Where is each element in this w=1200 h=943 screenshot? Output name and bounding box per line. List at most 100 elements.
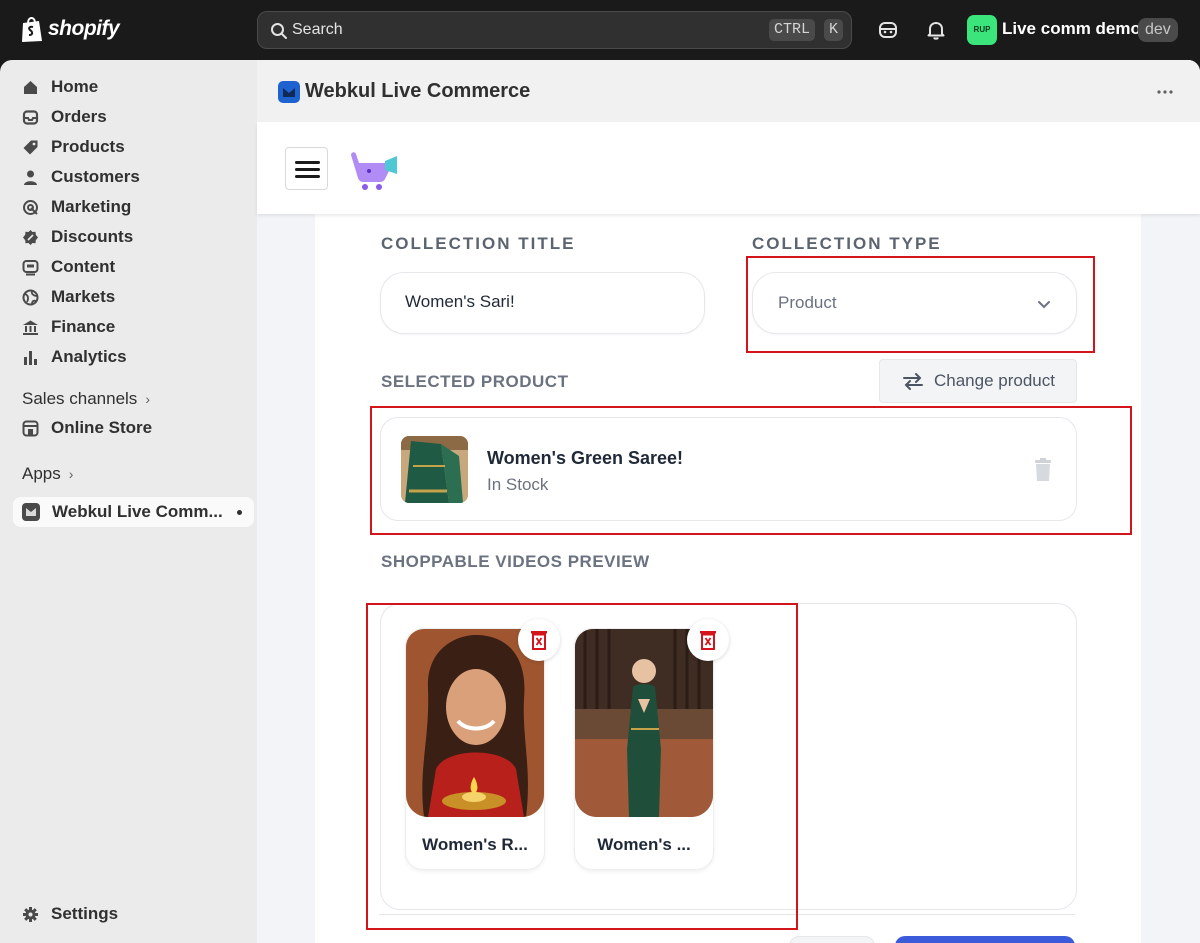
home-icon: [24, 80, 37, 94]
app-title: Webkul Live Commerce: [305, 80, 531, 102]
sidebar-item-label: Customers: [51, 167, 140, 186]
video-thumbnail: [575, 629, 713, 817]
collection-title-label: COLLECTION TITLE: [381, 234, 576, 253]
shopify-bag-icon: [22, 17, 42, 42]
sidebar: Home Orders Products Customers Marketing…: [0, 60, 257, 943]
sidebar-item-customers[interactable]: Customers: [22, 163, 140, 191]
sidebar-item-products[interactable]: Products: [22, 133, 125, 161]
bell-icon[interactable]: [924, 18, 948, 42]
delete-icon: [531, 631, 547, 650]
inbox-icon: [22, 109, 39, 125]
bank-icon: [23, 320, 38, 335]
sidebar-item-orders[interactable]: Orders: [22, 103, 107, 131]
main-content: Webkul Live Commerce COLLECTION TITLE Wo…: [257, 60, 1200, 943]
sales-channels-header[interactable]: Sales channels ›: [22, 389, 150, 409]
apps-label: Apps: [22, 464, 61, 483]
search-bar[interactable]: CTRL K: [257, 11, 852, 49]
sidebar-item-content[interactable]: Content: [22, 253, 115, 281]
video-card[interactable]: Women's ...: [574, 619, 729, 870]
sidebar-item-label: Content: [51, 257, 116, 276]
chevron-right-icon: ›: [145, 391, 150, 407]
sidebar-item-label: Home: [51, 77, 99, 96]
shopify-logo[interactable]: shopify: [20, 15, 120, 43]
gear-icon: [23, 906, 38, 922]
sidebar-item-label: Marketing: [51, 197, 132, 216]
shortcut-k-key: K: [823, 19, 843, 41]
product-stock-status: In Stock: [487, 475, 549, 494]
storefront-icon: [22, 420, 39, 436]
selected-product-label: SELECTED PRODUCT: [381, 372, 569, 391]
active-app-label: Webkul Live Comm...: [52, 502, 223, 521]
shortcut-ctrl-key: CTRL: [768, 19, 815, 41]
collection-title-input[interactable]: [405, 292, 685, 312]
more-options-icon[interactable]: [1156, 89, 1174, 95]
admin-shell: Home Orders Products Customers Marketing…: [0, 60, 1200, 943]
sidebar-item-analytics[interactable]: Analytics: [22, 343, 127, 371]
divider: [379, 914, 1075, 915]
sidebar-item-discounts[interactable]: Discounts: [22, 223, 133, 251]
sidebar-item-finance[interactable]: Finance: [22, 313, 115, 341]
selected-product-row: Women's Green Saree! In Stock: [380, 417, 1077, 521]
save-button[interactable]: [895, 936, 1075, 943]
video-thumbnail: [406, 629, 544, 817]
sidebar-item-settings[interactable]: Settings: [22, 900, 118, 928]
sidebar-item-label: Products: [51, 137, 125, 156]
embedded-app-frame: COLLECTION TITLE COLLECTION TYPE Product…: [257, 122, 1200, 943]
app-icon: [22, 503, 40, 521]
sidebar-item-online-store[interactable]: Online Store: [22, 414, 152, 442]
menu-toggle-button[interactable]: [285, 147, 328, 190]
video-card[interactable]: Women's R...: [405, 619, 560, 870]
sidebar-item-label: Finance: [51, 317, 116, 336]
collection-title-field[interactable]: [380, 272, 705, 334]
discount-icon: [23, 229, 38, 245]
sidebar-item-home[interactable]: Home: [22, 73, 98, 101]
delete-video-button[interactable]: [687, 619, 729, 661]
collection-form-card: COLLECTION TITLE COLLECTION TYPE Product…: [315, 214, 1141, 943]
app-toolbar: [257, 122, 1200, 214]
sidebar-item-label: Settings: [51, 904, 119, 923]
video-title: Women's ...: [597, 835, 691, 854]
product-name: Women's Green Saree!: [487, 448, 684, 468]
globe-icon: [22, 289, 39, 305]
collection-type-label: COLLECTION TYPE: [752, 234, 942, 253]
person-icon: [24, 170, 37, 185]
live-commerce-logo-icon: [351, 152, 397, 190]
search-input[interactable]: [292, 12, 752, 48]
shoppable-videos-label: SHOPPABLE VIDEOS PREVIEW: [381, 552, 650, 571]
change-product-button[interactable]: Change product: [879, 359, 1077, 403]
shoppable-videos-preview: Women's R... Women's ...: [380, 603, 1077, 910]
cancel-button[interactable]: [789, 936, 875, 943]
content-icon: [22, 259, 39, 275]
sidebar-item-label: Online Store: [51, 418, 153, 437]
change-product-label: Change product: [934, 371, 1055, 390]
sidebar-item-webkul-app[interactable]: Webkul Live Comm...: [13, 497, 254, 527]
target-icon: [23, 199, 38, 215]
store-avatar[interactable]: RUP: [967, 15, 997, 45]
chevron-down-icon: [1038, 301, 1050, 309]
swap-arrows-icon: [903, 373, 923, 390]
bar-chart-icon: [24, 350, 37, 365]
delete-icon: [700, 631, 716, 650]
trash-icon[interactable]: [1033, 458, 1053, 482]
sidebar-item-label: Markets: [51, 287, 116, 306]
brand-name: shopify: [48, 17, 120, 40]
sidebar-item-label: Orders: [51, 107, 107, 126]
search-icon: [271, 23, 287, 39]
env-badge: dev: [1138, 18, 1178, 42]
sidebar-item-label: Discounts: [51, 227, 134, 246]
collection-type-select[interactable]: Product: [752, 272, 1077, 334]
top-bar: shopify CTRL K RUP Live comm demo dev: [0, 0, 1200, 60]
sidebar-item-markets[interactable]: Markets: [22, 283, 115, 311]
sidekick-icon[interactable]: [876, 18, 900, 42]
sales-channels-label: Sales channels: [22, 389, 138, 408]
tag-icon: [23, 140, 38, 154]
delete-video-button[interactable]: [518, 619, 560, 661]
sidebar-item-marketing[interactable]: Marketing: [22, 193, 131, 221]
app-logo-icon: [278, 81, 300, 103]
apps-header[interactable]: Apps ›: [22, 464, 73, 484]
store-name[interactable]: Live comm demo: [1002, 19, 1141, 39]
chevron-right-icon: ›: [68, 466, 74, 482]
video-title: Women's R...: [422, 835, 528, 854]
product-thumbnail: [401, 436, 468, 503]
active-indicator: [237, 510, 242, 515]
